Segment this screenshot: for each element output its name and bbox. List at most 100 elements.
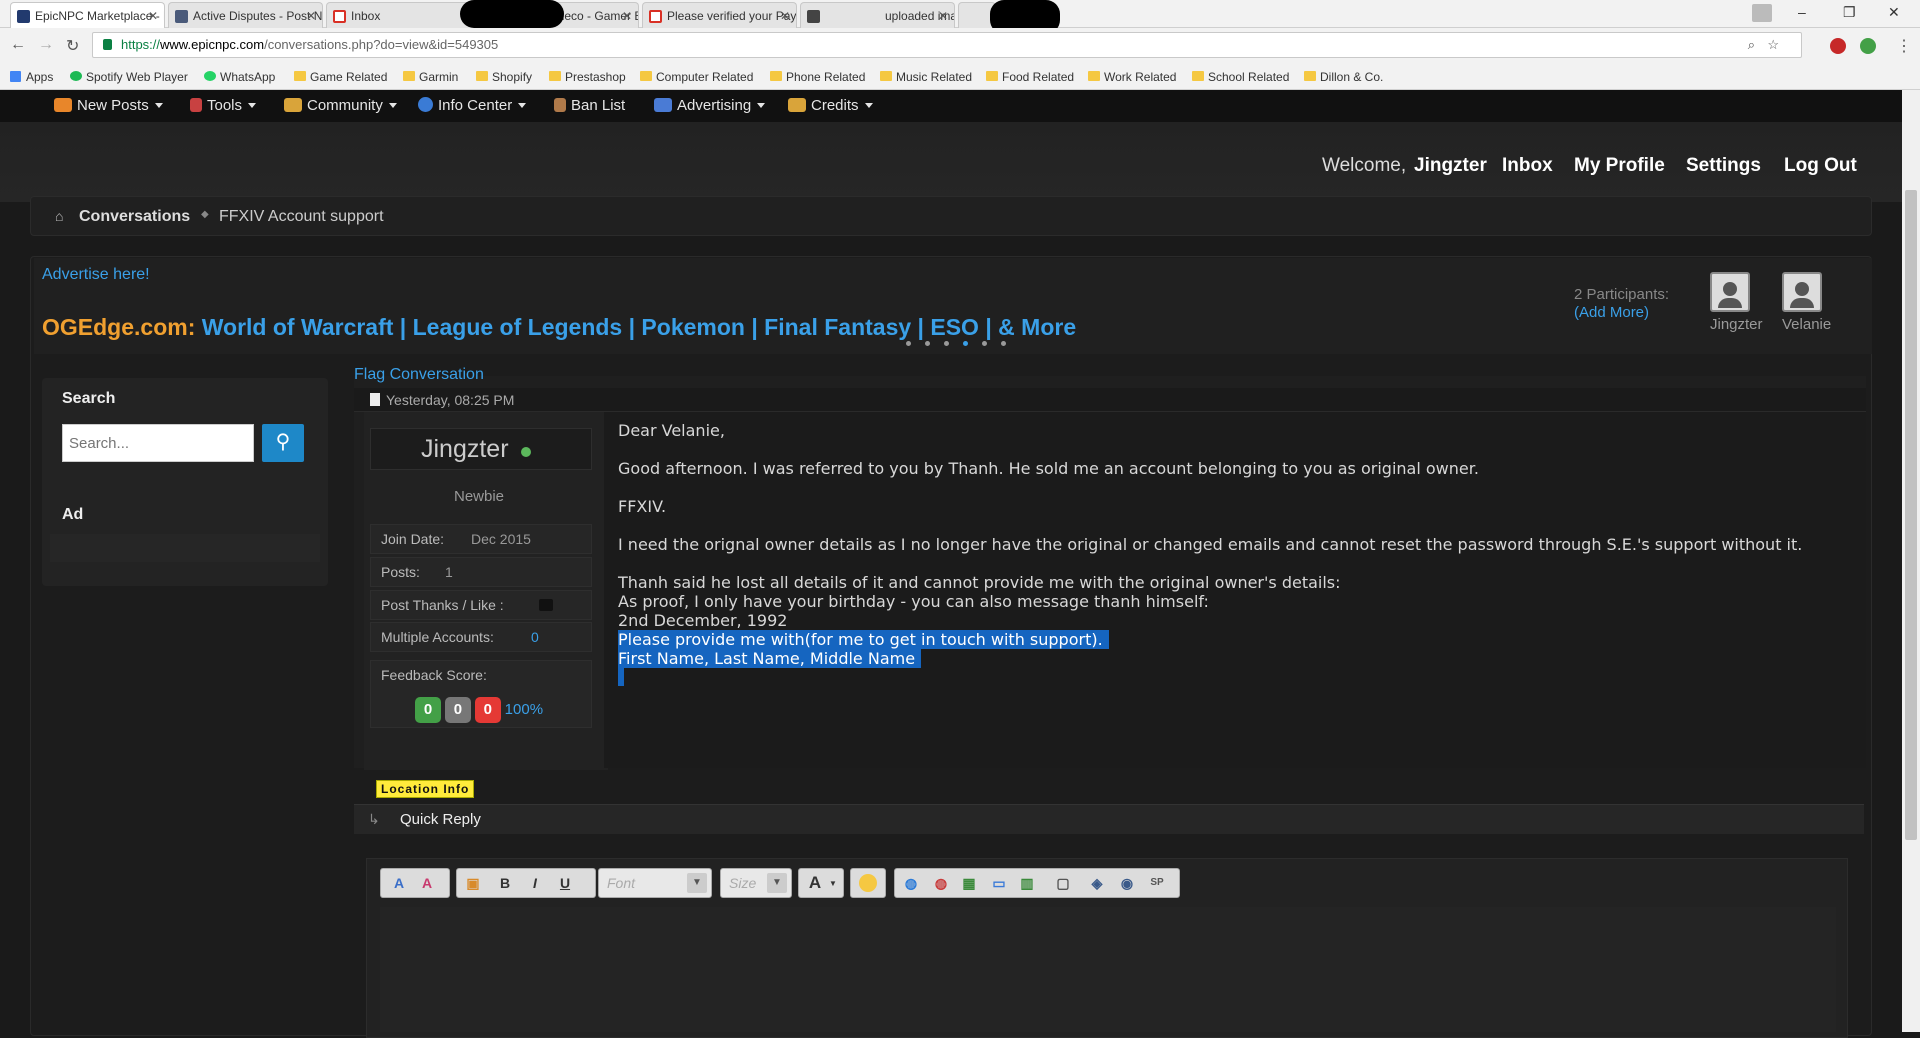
bookmark-folder[interactable]: Prestashop	[549, 68, 626, 86]
flag-conversation-link[interactable]: Flag Conversation	[354, 366, 484, 384]
nav-new-posts[interactable]: New Posts	[54, 97, 163, 114]
participant-name[interactable]: Jingzter	[1710, 316, 1763, 333]
grammarly-icon[interactable]	[1860, 38, 1876, 54]
post-author-name[interactable]: Jingzter	[421, 435, 509, 464]
inbox-link[interactable]: Inbox	[1502, 155, 1553, 177]
nav-credits[interactable]: Credits	[788, 97, 873, 114]
link-icon[interactable]: ◍	[901, 874, 921, 892]
search-input[interactable]	[62, 424, 254, 462]
carousel-dot[interactable]	[906, 341, 911, 346]
nav-advertising[interactable]: Advertising	[654, 97, 766, 114]
scrollbar-thumb[interactable]	[1905, 190, 1917, 840]
settings-link[interactable]: Settings	[1686, 155, 1761, 177]
smilie-button[interactable]	[850, 868, 886, 898]
bookmark-apps[interactable]: Apps	[10, 68, 53, 86]
mask-icon[interactable]: ◉	[1117, 874, 1137, 892]
italic-icon[interactable]: I	[525, 874, 545, 892]
search-button[interactable]: ⚲	[262, 424, 304, 462]
bookmark-folder[interactable]: Computer Related	[640, 68, 753, 86]
ogedge-ad-link[interactable]: OGEdge.com: World of Warcraft | League o…	[42, 314, 1076, 341]
breadcrumb-conversations[interactable]: Conversations	[79, 208, 190, 226]
carousel-dot[interactable]	[925, 341, 930, 346]
close-tab-icon[interactable]: ✕	[148, 3, 158, 28]
close-tab-icon[interactable]: ✕	[306, 3, 316, 28]
text-color-button[interactable]: A ▼	[798, 868, 844, 898]
minimize-icon[interactable]: –	[1798, 4, 1806, 20]
close-tab-icon[interactable]: ✕	[780, 3, 790, 28]
close-window-icon[interactable]: ✕	[1888, 4, 1900, 21]
switch-editor-icon[interactable]: A	[417, 874, 437, 892]
bookmark-folder[interactable]: Food Related	[986, 68, 1074, 86]
bookmark-spotify[interactable]: Spotify Web Player	[70, 68, 188, 86]
image-icon[interactable]: ▦	[959, 874, 979, 892]
remove-format-icon[interactable]: A	[389, 874, 409, 892]
reload-icon[interactable]: ↻	[66, 36, 79, 56]
bold-icon[interactable]: B	[495, 874, 515, 892]
carousel-dot[interactable]	[1001, 341, 1006, 346]
font-select[interactable]: Font ▼	[598, 868, 712, 898]
chevron-down-icon	[518, 103, 527, 108]
my-profile-link[interactable]: My Profile	[1574, 155, 1665, 177]
nav-info-center[interactable]: Info Center	[418, 97, 527, 114]
paste-icon[interactable]: ▣	[463, 874, 483, 892]
carousel-dot[interactable]	[944, 341, 949, 346]
feedback-percent[interactable]: 100%	[505, 701, 543, 718]
add-more-link[interactable]: (Add More)	[1574, 304, 1649, 321]
feedback-negative-badge[interactable]: 0	[474, 697, 501, 723]
location-info-badge[interactable]: Location Info	[376, 780, 475, 798]
bookmark-folder[interactable]: School Related	[1192, 68, 1289, 86]
thanks-toggle-icon[interactable]	[539, 599, 553, 611]
bookmark-folder[interactable]: Phone Related	[770, 68, 865, 86]
extension-icon[interactable]	[1830, 38, 1846, 54]
bookmark-folder[interactable]: Work Related	[1088, 68, 1176, 86]
folder-icon	[880, 71, 892, 81]
unlink-icon[interactable]: ◍	[931, 874, 951, 892]
log-out-link[interactable]: Log Out	[1784, 155, 1857, 177]
new-icon	[54, 98, 72, 112]
underline-icon[interactable]: U	[555, 874, 575, 892]
nav-tools[interactable]: Tools	[190, 97, 257, 114]
bookmark-folder[interactable]: Shopify	[476, 68, 532, 86]
bookmark-whatsapp[interactable]: WhatsApp	[204, 68, 275, 86]
sidebar: Search ⚲ Ad	[42, 378, 328, 586]
tab-paypal-email[interactable]: Please verified your Pay ✕	[642, 2, 797, 28]
tab-inbox[interactable]: Inbox✕	[326, 2, 481, 28]
url-input[interactable]: https://www.epicnpc.com/conversations.ph…	[92, 32, 1802, 58]
participant-avatar-velanie[interactable]	[1782, 272, 1822, 312]
tab-uploaded-image[interactable]: uploaded imag✕	[800, 2, 955, 28]
feedback-positive-badge[interactable]: 0	[415, 697, 441, 723]
text-color-icon: A	[808, 873, 822, 892]
shield-icon[interactable]: ◈	[1087, 874, 1107, 892]
nav-community[interactable]: Community	[284, 97, 397, 114]
tab-active-disputes[interactable]: Active Disputes - Post N ✕	[168, 2, 323, 28]
profile-icon[interactable]	[1752, 4, 1772, 22]
close-tab-icon[interactable]: ✕	[622, 3, 632, 28]
spoiler-icon[interactable]: SP	[1147, 874, 1167, 892]
size-select[interactable]: Size ▼	[720, 868, 792, 898]
back-icon[interactable]: ←	[10, 36, 26, 54]
bookmark-folder[interactable]: Game Related	[294, 68, 387, 86]
carousel-dot[interactable]	[963, 341, 968, 346]
close-tab-icon[interactable]: ✕	[938, 3, 948, 28]
feedback-neutral-badge[interactable]: 0	[444, 697, 471, 723]
home-icon[interactable]: ⌂	[55, 208, 63, 224]
carousel-dot[interactable]	[982, 341, 987, 346]
forward-icon[interactable]: →	[38, 36, 54, 54]
video-icon[interactable]: ▭	[989, 874, 1009, 892]
quote-icon[interactable]: ▢	[1053, 874, 1073, 892]
bookmark-folder[interactable]: Dillon & Co.	[1304, 68, 1383, 86]
username-link[interactable]: Jingzter	[1414, 155, 1487, 177]
participant-avatar-jingzter[interactable]	[1710, 272, 1750, 312]
zoom-icon[interactable]: ⌕	[1748, 33, 1755, 57]
advertise-link[interactable]: Advertise here!	[42, 266, 150, 284]
attachment-icon[interactable]: ▥	[1017, 874, 1037, 892]
participant-name[interactable]: Velanie	[1782, 316, 1831, 333]
tab-epicnpc[interactable]: EpicNPC Marketplace - F ✕	[10, 2, 165, 28]
restore-icon[interactable]: ❐	[1843, 4, 1856, 21]
nav-ban-list[interactable]: Ban List	[554, 97, 625, 114]
star-icon[interactable]: ☆	[1767, 33, 1779, 57]
bookmark-folder[interactable]: Music Related	[880, 68, 972, 86]
bookmark-folder[interactable]: Garmin	[403, 68, 458, 86]
menu-icon[interactable]: ⋮	[1896, 36, 1912, 56]
editor-textarea[interactable]	[380, 907, 1836, 1032]
